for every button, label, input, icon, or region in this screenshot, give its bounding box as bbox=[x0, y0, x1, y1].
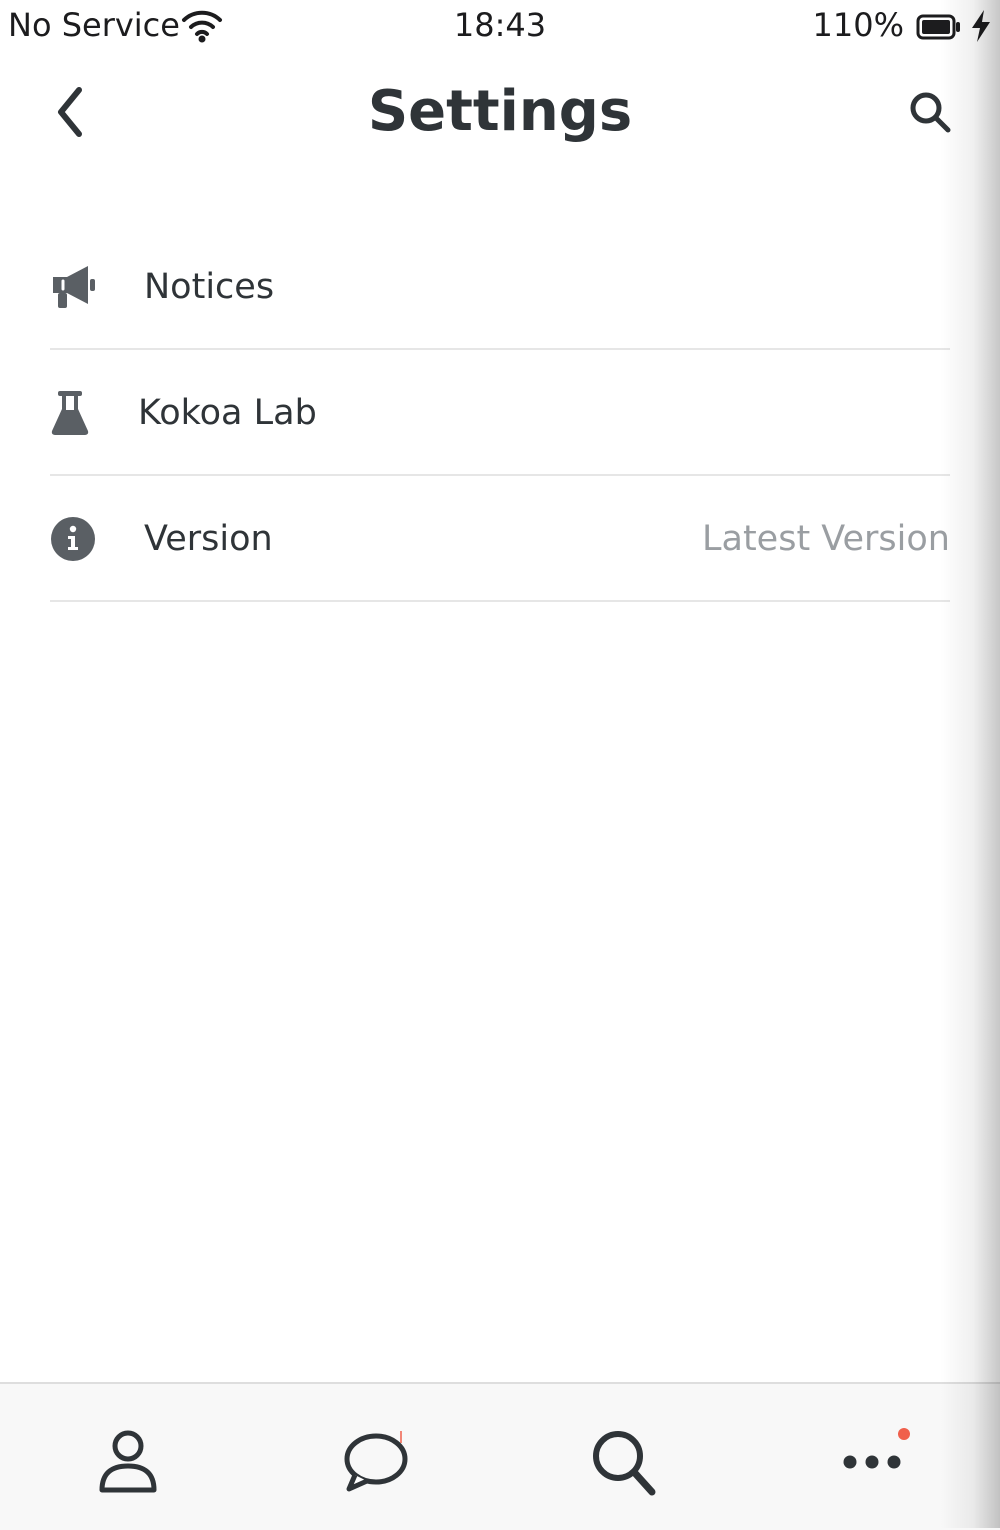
search-icon bbox=[910, 92, 951, 133]
tab-search[interactable] bbox=[584, 1422, 664, 1502]
settings-item-notices[interactable]: Notices bbox=[50, 224, 950, 350]
settings-item-label: Notices bbox=[144, 267, 275, 307]
battery-percent: 110% bbox=[812, 6, 904, 44]
tab-more[interactable] bbox=[832, 1422, 912, 1502]
settings-item-kokoa-lab[interactable]: Kokoa Lab bbox=[50, 350, 950, 476]
battery-icon bbox=[916, 14, 962, 44]
search-icon bbox=[593, 1431, 656, 1496]
flask-icon bbox=[50, 388, 98, 438]
notification-badge bbox=[898, 1428, 910, 1440]
megaphone-icon bbox=[50, 262, 98, 312]
chat-bubble-icon bbox=[344, 1431, 408, 1492]
settings-item-version[interactable]: Version Latest Version bbox=[50, 476, 950, 602]
version-status: Latest Version bbox=[702, 519, 950, 559]
header: Settings bbox=[0, 54, 1000, 174]
search-button[interactable] bbox=[904, 86, 956, 138]
person-icon bbox=[99, 1430, 157, 1493]
settings-list: Notices Kokoa Lab Version Latest Version bbox=[50, 224, 950, 602]
tab-chats[interactable] bbox=[334, 1422, 414, 1502]
tab-bar bbox=[0, 1382, 1000, 1530]
page-title: Settings bbox=[367, 79, 633, 144]
more-dots-icon bbox=[843, 1455, 901, 1469]
charging-bolt-icon bbox=[968, 8, 994, 48]
settings-item-label: Kokoa Lab bbox=[138, 393, 317, 433]
tab-profile[interactable] bbox=[88, 1422, 168, 1502]
status-bar: No Service 18:43 110% bbox=[0, 0, 1000, 54]
settings-item-label: Version bbox=[144, 519, 273, 559]
info-icon bbox=[50, 514, 98, 564]
